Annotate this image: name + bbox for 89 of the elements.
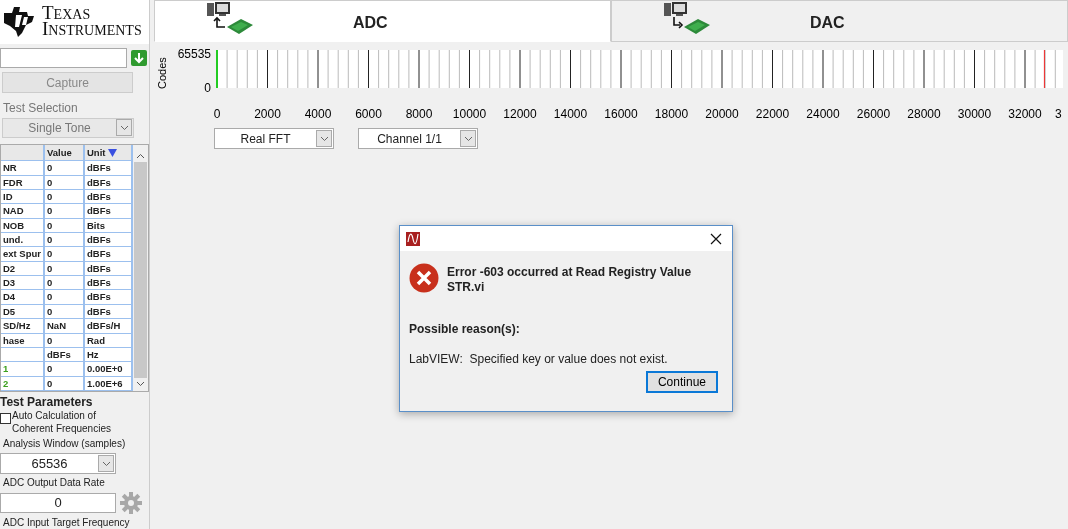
tick-label: 24000 <box>806 107 840 121</box>
path-field[interactable] <box>0 47 127 68</box>
app-icon <box>406 231 420 246</box>
tick-label: 0 <box>204 81 211 95</box>
tab[interactable]: ADC <box>154 0 611 42</box>
field-label: Analysis Window (samples) <box>2 438 127 450</box>
axis-title: Codes <box>156 57 168 89</box>
download-icon[interactable] <box>131 49 147 66</box>
dropdown[interactable]: Real FFT <box>214 128 334 149</box>
table-cell: 0 <box>45 362 85 377</box>
scroll-up-icon[interactable] <box>136 153 145 159</box>
table-cell: 0 <box>45 204 85 219</box>
table-cell: D5 <box>1 304 45 320</box>
table-cell: 0 <box>45 276 85 291</box>
tick-label: 30000 <box>957 107 992 121</box>
tick-label: 8000 <box>405 107 433 121</box>
table-cell: 0 <box>45 233 85 248</box>
table-cell: 0 <box>45 376 85 391</box>
table-cell: D2 <box>1 261 45 277</box>
caret-icon <box>119 124 129 131</box>
analysis-window-dropdown[interactable]: 65536 <box>0 453 116 474</box>
table-cell: 2 <box>1 376 45 391</box>
table-cell: D4 <box>1 290 45 305</box>
error-message: Error -603 occurred at Read Registry Value STR.vi <box>447 265 693 295</box>
tick-label: 22000 <box>755 107 790 121</box>
tick-label: 16000 <box>604 107 638 121</box>
field-label: Test Selection <box>3 100 78 115</box>
checkbox-label: Auto Calculation of Coherent Frequencies <box>11 409 112 435</box>
table-cell: NaN <box>45 319 85 334</box>
tick-label: 14000 <box>553 107 588 121</box>
table-cell: NAD <box>1 204 45 219</box>
logo-text: INSTRUMENTS <box>42 21 142 38</box>
logo-text: TEXAS <box>42 5 91 22</box>
computer-board-icon <box>207 1 253 35</box>
tick-label: 32000 <box>1008 107 1042 121</box>
tick-label: 20000 <box>705 107 739 121</box>
tick-label: 26000 <box>856 107 891 121</box>
table-cell <box>1 347 45 363</box>
tick-label: 18000 <box>654 107 689 121</box>
caret-icon <box>463 135 473 142</box>
table-cell: dBFs <box>45 347 85 363</box>
reason-title: Possible reason(s): <box>409 321 521 338</box>
table-cell: NR <box>1 161 45 176</box>
scrollbar[interactable] <box>133 145 148 391</box>
section-title: Test Parameters <box>0 395 94 409</box>
table-cell: 0 <box>45 261 85 277</box>
tick-label: 0 <box>213 107 221 121</box>
table-cell: D3 <box>1 276 45 291</box>
tick-label: 12000 <box>503 107 537 121</box>
reason-text: LabVIEW: Specified key or value does not exist. <box>409 351 669 368</box>
sort-icon[interactable] <box>108 149 118 158</box>
tick-label: 28000 <box>907 107 941 121</box>
tick-label: 65535 <box>177 47 211 61</box>
table-cell: 0 <box>45 189 85 205</box>
caret-icon <box>101 460 111 467</box>
scroll-down-icon[interactable] <box>136 381 145 387</box>
continue-button[interactable]: Continue <box>645 371 718 393</box>
tick-label: 10000 <box>452 107 487 121</box>
table-cell: 0 <box>45 161 85 176</box>
input-field[interactable]: 0 <box>0 493 116 513</box>
column-header[interactable]: Value <box>45 145 85 162</box>
caret-icon <box>319 135 329 142</box>
table-cell: SD/Hz <box>1 319 45 334</box>
table-cell: 0 <box>45 218 85 234</box>
table-cell: 0 <box>45 290 85 305</box>
dropdown[interactable]: Channel 1/1 <box>358 128 478 149</box>
table-cell: hase <box>1 333 45 348</box>
table-cell: 0 <box>45 304 85 320</box>
table-cell: FDR <box>1 175 45 190</box>
field-label: ADC Output Data Rate <box>2 477 106 489</box>
table-cell: NOB <box>1 218 45 234</box>
field-label: ADC Input Target Frequency <box>2 517 131 529</box>
table-cell: 1 <box>1 362 45 377</box>
tick-label: 6000 <box>355 107 382 121</box>
table-cell: ID <box>1 189 45 205</box>
tick-label: 3 <box>1055 107 1062 121</box>
table-cell: 0 <box>45 175 85 190</box>
tab[interactable]: DAC <box>611 0 1068 42</box>
error-icon <box>409 263 439 293</box>
tick-label: 2000 <box>254 107 281 121</box>
table-cell: ext Spur <box>1 247 45 262</box>
tick-label: 4000 <box>304 107 332 121</box>
checkbox[interactable] <box>0 413 11 424</box>
computer-board-icon <box>664 1 710 35</box>
table-cell: 0 <box>45 247 85 262</box>
table-cell: und. <box>1 233 45 248</box>
column-header[interactable]: Unit <box>85 145 133 162</box>
close-icon[interactable] <box>710 232 722 245</box>
table-cell: 0 <box>45 333 85 348</box>
